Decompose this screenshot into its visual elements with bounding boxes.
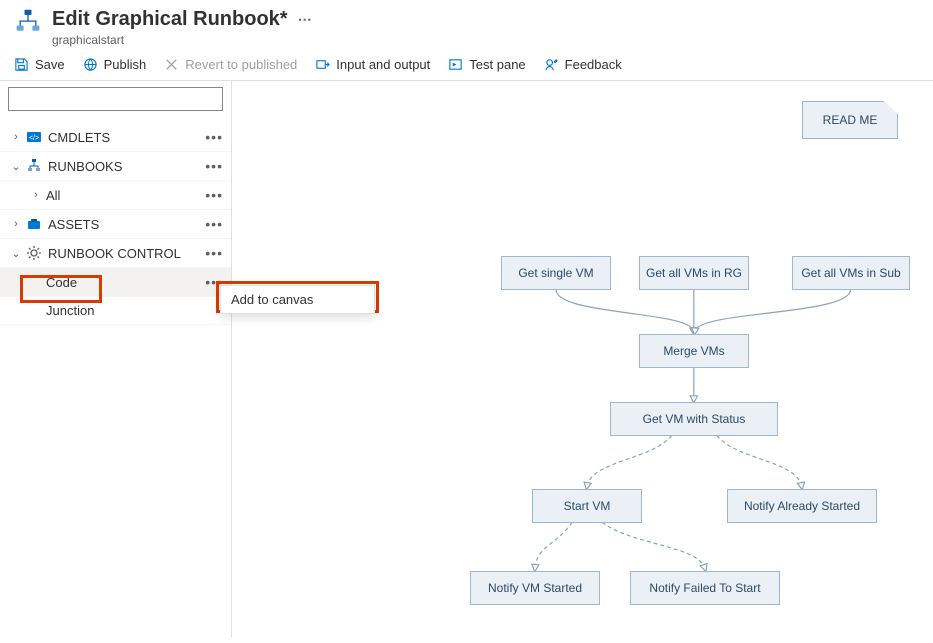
svg-text:</>: </>: [29, 135, 39, 142]
more-icon[interactable]: •••: [205, 187, 223, 203]
tree-label: CMDLETS: [48, 130, 205, 145]
tree-label: RUNBOOKS: [48, 159, 205, 174]
tree-label: ASSETS: [48, 217, 205, 232]
publish-button[interactable]: Publish: [83, 57, 147, 72]
node-get-all-vms-rg[interactable]: Get all VMs in RG: [639, 256, 749, 290]
library-tree: › </> CMDLETS ••• ⌄ RUNBOOKS ••• › All •…: [0, 123, 231, 325]
test-pane-icon: [448, 57, 463, 72]
tree-label: RUNBOOK CONTROL: [48, 246, 205, 261]
node-start-vm[interactable]: Start VM: [532, 489, 642, 523]
publish-label: Publish: [104, 57, 147, 72]
cmdlets-icon: </>: [26, 129, 42, 145]
context-menu: Add to canvas: [220, 285, 375, 314]
test-pane-button[interactable]: Test pane: [448, 57, 525, 72]
node-notify-failed[interactable]: Notify Failed To Start: [630, 571, 780, 605]
ellipsis-icon[interactable]: ⋯: [298, 11, 312, 28]
tree-item-assets[interactable]: › ASSETS •••: [0, 210, 231, 239]
canvas-edges: [232, 81, 933, 637]
node-merge-vms[interactable]: Merge VMs: [639, 334, 749, 368]
more-icon[interactable]: •••: [205, 245, 223, 261]
tree-label: All: [46, 188, 205, 203]
save-label: Save: [35, 57, 65, 72]
tree-item-code[interactable]: Code •••: [0, 268, 231, 297]
x-icon: [164, 57, 179, 72]
page-header: Edit Graphical Runbook* ⋯ graphicalstart: [0, 0, 933, 53]
feedback-icon: [544, 57, 559, 72]
chevron-down-icon: ⌄: [10, 247, 22, 260]
sidebar: › </> CMDLETS ••• ⌄ RUNBOOKS ••• › All •…: [0, 81, 232, 637]
node-notify-already-started[interactable]: Notify Already Started: [727, 489, 877, 523]
revert-button: Revert to published: [164, 57, 297, 72]
gear-icon: [26, 245, 42, 261]
more-icon[interactable]: •••: [205, 158, 223, 174]
search-input[interactable]: [8, 87, 223, 111]
assets-icon: [26, 216, 42, 232]
tree-item-cmdlets[interactable]: › </> CMDLETS •••: [0, 123, 231, 152]
page-subtitle: graphicalstart: [52, 33, 312, 47]
chevron-down-icon: ⌄: [10, 160, 22, 173]
input-output-button[interactable]: Input and output: [315, 57, 430, 72]
node-readme[interactable]: READ ME: [802, 101, 898, 139]
context-menu-add-to-canvas[interactable]: Add to canvas: [221, 286, 374, 313]
tree-item-all[interactable]: › All •••: [0, 181, 231, 210]
more-icon[interactable]: •••: [205, 129, 223, 145]
tree-item-runbooks[interactable]: ⌄ RUNBOOKS •••: [0, 152, 231, 181]
globe-icon: [83, 57, 98, 72]
page-title: Edit Graphical Runbook*: [52, 8, 288, 31]
runbooks-icon: [26, 158, 42, 174]
node-get-all-vms-sub[interactable]: Get all VMs in Sub: [792, 256, 910, 290]
tree-item-junction[interactable]: Junction: [0, 297, 231, 325]
save-button[interactable]: Save: [14, 57, 65, 72]
feedback-label: Feedback: [565, 57, 622, 72]
save-icon: [14, 57, 29, 72]
tree-label: Code: [46, 275, 205, 290]
test-pane-label: Test pane: [469, 57, 525, 72]
runbook-header-icon: [14, 8, 42, 39]
chevron-right-icon: ›: [10, 131, 22, 143]
tree-item-runbook-control[interactable]: ⌄ RUNBOOK CONTROL •••: [0, 239, 231, 268]
toolbar: Save Publish Revert to published Input a…: [0, 53, 933, 80]
tree-label: Junction: [46, 303, 223, 318]
node-get-vm-status[interactable]: Get VM with Status: [610, 402, 778, 436]
feedback-button[interactable]: Feedback: [544, 57, 622, 72]
node-get-single-vm[interactable]: Get single VM: [501, 256, 611, 290]
chevron-right-icon: ›: [30, 189, 42, 201]
main-area: › </> CMDLETS ••• ⌄ RUNBOOKS ••• › All •…: [0, 80, 933, 637]
node-notify-vm-started[interactable]: Notify VM Started: [470, 571, 600, 605]
input-output-icon: [315, 57, 330, 72]
more-icon[interactable]: •••: [205, 216, 223, 232]
revert-label: Revert to published: [185, 57, 297, 72]
input-output-label: Input and output: [336, 57, 430, 72]
runbook-canvas[interactable]: READ ME Get single VM Get all VMs in RG …: [232, 81, 933, 637]
chevron-right-icon: ›: [10, 218, 22, 230]
